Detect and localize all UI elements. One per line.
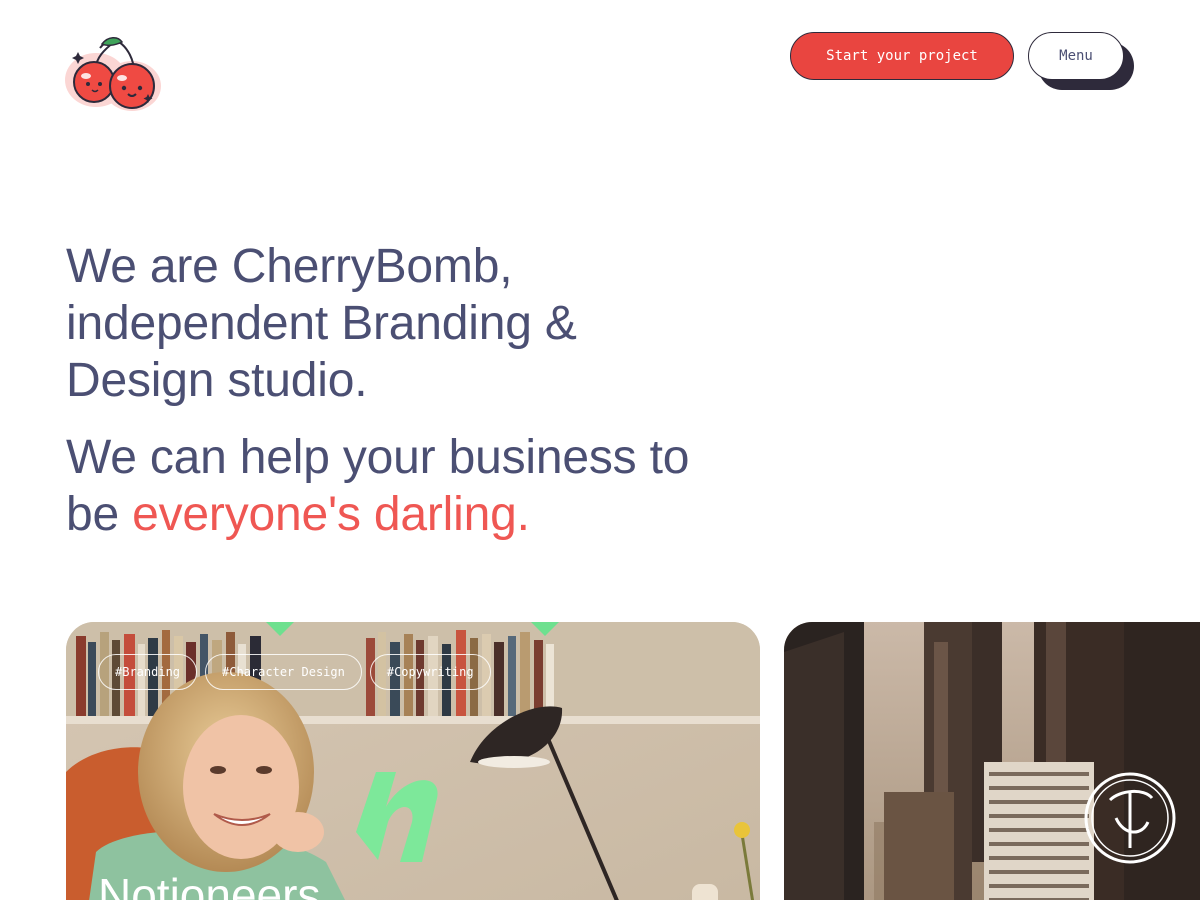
project-photo-city-skyline bbox=[784, 622, 1200, 900]
cherrybomb-logo[interactable] bbox=[64, 32, 162, 112]
project-tags: #Branding #Character Design #Copywriting bbox=[98, 654, 491, 690]
start-project-button[interactable]: Start your project bbox=[790, 32, 1014, 80]
project-title: Notioneers bbox=[98, 869, 321, 900]
project-card-city[interactable] bbox=[784, 622, 1200, 900]
tag-copywriting[interactable]: #Copywriting bbox=[369, 654, 491, 690]
hero-tagline: We can help your business to be everyone… bbox=[66, 429, 706, 543]
page: Start your project Menu We are CherryBom… bbox=[0, 0, 1200, 900]
menu-button-wrapper: Menu bbox=[1028, 32, 1134, 90]
cherry-logo-icon bbox=[65, 37, 161, 111]
tag-character-design[interactable]: #Character Design bbox=[205, 654, 362, 690]
hero-section: We are CherryBomb, independent Branding … bbox=[66, 238, 706, 543]
hero-tagline-accent: everyone's darling. bbox=[132, 488, 530, 541]
menu-button[interactable]: Menu bbox=[1028, 32, 1124, 80]
hero-intro: We are CherryBomb, independent Branding … bbox=[66, 240, 577, 407]
project-card-notioneers[interactable]: #Branding #Character Design #Copywriting… bbox=[66, 622, 760, 900]
tag-branding[interactable]: #Branding bbox=[98, 654, 198, 690]
